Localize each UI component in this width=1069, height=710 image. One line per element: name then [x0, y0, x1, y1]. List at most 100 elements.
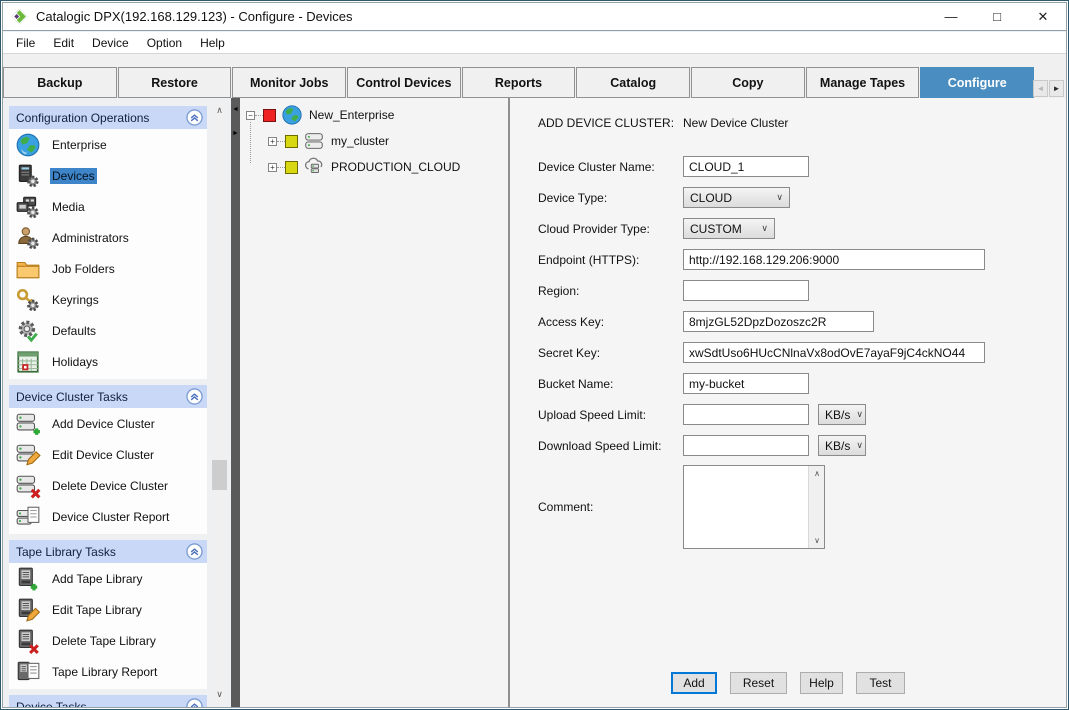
collapse-section-icon[interactable] [186, 698, 203, 707]
sidebar-item-media[interactable]: Media [9, 191, 207, 222]
app-window: Catalogic DPX(192.168.129.123) - Configu… [0, 0, 1069, 710]
devices-icon [15, 163, 41, 189]
device-type-select[interactable]: CLOUD ∨ [683, 187, 790, 208]
sidebar-item-label: Delete Device Cluster [50, 478, 170, 494]
scroll-up-icon[interactable]: ∧ [211, 102, 228, 119]
menu-device[interactable]: Device [83, 33, 138, 53]
sidebar-scrollbar[interactable]: ∧ ∨ [211, 102, 228, 703]
expand-node-icon[interactable]: + [268, 137, 277, 146]
splitter-collapse-right-icon[interactable]: ► [232, 130, 239, 137]
tree-checkbox[interactable] [285, 161, 298, 174]
section-device-cluster-tasks: Device Cluster Tasks [9, 385, 207, 534]
download-speed-unit-select[interactable]: KB/s ∨ [818, 435, 866, 456]
tab-monitor-jobs[interactable]: Monitor Jobs [232, 67, 346, 98]
collapse-section-icon[interactable] [186, 388, 203, 405]
content-area: Configuration Operations [3, 98, 1066, 707]
sidebar-item-add-tape-library[interactable]: Add Tape Library [9, 563, 207, 594]
menu-option[interactable]: Option [138, 33, 191, 53]
sidebar-item-label: Edit Device Cluster [50, 447, 156, 463]
section-tape-library-tasks: Tape Library Tasks [9, 540, 207, 689]
tab-reports[interactable]: Reports [462, 67, 576, 98]
tab-scroll-right-icon[interactable]: ► [1049, 80, 1064, 97]
tree-checkbox[interactable] [263, 109, 276, 122]
tab-restore[interactable]: Restore [118, 67, 232, 98]
add-tape-library-icon [15, 566, 41, 592]
menu-file[interactable]: File [7, 33, 44, 53]
upload-speed-limit-field[interactable] [683, 404, 809, 425]
chevron-down-icon: ∨ [856, 409, 863, 420]
sidebar-item-delete-tape-library[interactable]: Delete Tape Library [9, 625, 207, 656]
download-speed-limit-field[interactable] [683, 435, 809, 456]
sidebar-item-edit-tape-library[interactable]: Edit Tape Library [9, 594, 207, 625]
sidebar-item-administrators[interactable]: Administrators [9, 222, 207, 253]
tab-manage-tapes[interactable]: Manage Tapes [806, 67, 920, 98]
expand-node-icon[interactable]: + [268, 163, 277, 172]
collapse-section-icon[interactable] [186, 543, 203, 560]
secret-key-field[interactable] [683, 342, 985, 363]
sidebar-item-enterprise[interactable]: Enterprise [9, 129, 207, 160]
access-key-field[interactable] [683, 311, 874, 332]
close-button[interactable]: ✕ [1020, 3, 1066, 30]
menu-help[interactable]: Help [191, 33, 234, 53]
cloud-provider-type-select[interactable]: CUSTOM ∨ [683, 218, 775, 239]
comment-scrollbar[interactable]: ∧ ∨ [808, 466, 824, 548]
sidebar-item-keyrings[interactable]: Keyrings [9, 284, 207, 315]
tab-backup[interactable]: Backup [3, 67, 117, 98]
task-sidebar: Configuration Operations [3, 98, 231, 707]
panel-splitter[interactable]: ◄ ► [231, 98, 240, 707]
download-speed-unit-value: KB/s [825, 439, 850, 453]
collapse-node-icon[interactable]: − [246, 111, 255, 120]
scroll-down-icon[interactable]: ∨ [809, 533, 825, 548]
tree-node-my-cluster[interactable]: + my_cluster [246, 128, 508, 154]
sidebar-item-devices[interactable]: Devices [9, 160, 207, 191]
delete-device-cluster-icon [15, 473, 41, 499]
edit-device-cluster-icon [15, 442, 41, 468]
scroll-down-icon[interactable]: ∨ [211, 686, 228, 703]
maximize-button[interactable]: □ [974, 3, 1020, 30]
tab-scroll-left-icon[interactable]: ◄ [1033, 80, 1048, 97]
upload-speed-unit-select[interactable]: KB/s ∨ [818, 404, 866, 425]
section-header[interactable]: Configuration Operations [9, 106, 207, 129]
menu-bar: File Edit Device Option Help [3, 32, 1066, 54]
device-cluster-name-field[interactable] [683, 156, 809, 177]
splitter-collapse-left-icon[interactable]: ◄ [232, 106, 239, 113]
comment-field[interactable]: ∧ ∨ [683, 465, 825, 549]
sidebar-item-defaults[interactable]: Defaults [9, 315, 207, 346]
section-header[interactable]: Device Cluster Tasks [9, 385, 207, 408]
tab-control-devices[interactable]: Control Devices [347, 67, 461, 98]
reset-button[interactable]: Reset [730, 672, 787, 694]
tab-copy[interactable]: Copy [691, 67, 805, 98]
menu-edit[interactable]: Edit [44, 33, 83, 53]
tree-node-enterprise[interactable]: − New_Enterprise [246, 102, 508, 128]
sidebar-item-tape-library-report[interactable]: Tape Library Report [9, 656, 207, 687]
tab-catalog[interactable]: Catalog [576, 67, 690, 98]
region-field[interactable] [683, 280, 809, 301]
tree-node-production-cloud[interactable]: + PRODUCTION_CLOUD [246, 154, 508, 180]
bucket-name-field[interactable] [683, 373, 809, 394]
sidebar-item-device-cluster-report[interactable]: Device Cluster Report [9, 501, 207, 532]
scrollbar-thumb[interactable] [212, 460, 227, 490]
endpoint-field[interactable] [683, 249, 985, 270]
help-button[interactable]: Help [800, 672, 843, 694]
tree-checkbox[interactable] [285, 135, 298, 148]
add-device-cluster-icon [15, 411, 41, 437]
scroll-up-icon[interactable]: ∧ [809, 466, 825, 481]
section-header[interactable]: Tape Library Tasks [9, 540, 207, 563]
sidebar-item-label: Tape Library Report [50, 664, 159, 680]
sidebar-item-edit-device-cluster[interactable]: Edit Device Cluster [9, 439, 207, 470]
section-title: Configuration Operations [16, 111, 149, 125]
add-button[interactable]: Add [671, 672, 717, 694]
title-bar: Catalogic DPX(192.168.129.123) - Configu… [3, 3, 1066, 31]
sidebar-item-job-folders[interactable]: Job Folders [9, 253, 207, 284]
section-header[interactable]: Device Tasks [9, 695, 207, 707]
sidebar-item-add-device-cluster[interactable]: Add Device Cluster [9, 408, 207, 439]
test-button[interactable]: Test [856, 672, 905, 694]
comment-text-area[interactable] [684, 466, 808, 548]
secret-key-label: Secret Key: [538, 346, 683, 360]
minimize-button[interactable]: — [928, 3, 974, 30]
tab-configure[interactable]: Configure [920, 67, 1034, 98]
collapse-section-icon[interactable] [186, 109, 203, 126]
sidebar-item-holidays[interactable]: Holidays [9, 346, 207, 377]
sidebar-item-label: Device Cluster Report [50, 509, 171, 525]
sidebar-item-delete-device-cluster[interactable]: Delete Device Cluster [9, 470, 207, 501]
